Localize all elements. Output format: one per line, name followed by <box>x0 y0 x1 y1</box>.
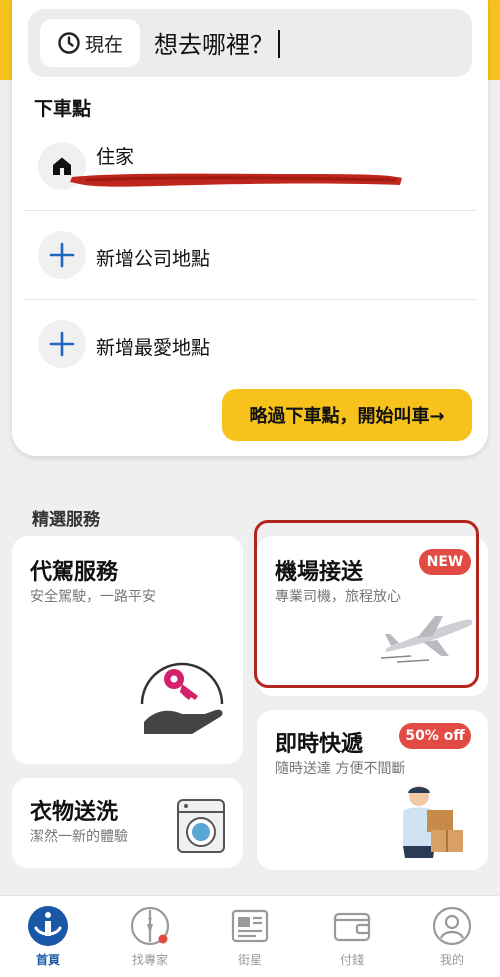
text-caret <box>278 30 280 58</box>
saved-place-home[interactable]: 住家 <box>24 122 476 210</box>
time-label: 現在 <box>84 33 123 56</box>
service-card-designated-driver[interactable]: 代駕服務 安全駕駛，一路平安 <box>12 536 243 764</box>
expert-icon <box>130 906 170 946</box>
service-subtitle: 隨時送達 方便不間斷 <box>275 761 406 777</box>
nav-news[interactable]: 街星 <box>210 904 290 974</box>
discount-badge: 50% off <box>399 723 471 749</box>
nav-find-expert[interactable]: 找專家 <box>110 904 190 974</box>
add-work-icon-circle <box>38 231 86 279</box>
wallet-icon <box>333 912 371 942</box>
services-section-title: 精選服務 <box>32 510 100 530</box>
service-title: 衣物送洗 <box>30 800 119 825</box>
service-card-courier[interactable]: 即時快遞 隨時送達 方便不間斷 50% off <box>257 710 488 870</box>
service-subtitle: 安全駕駛，一路平安 <box>30 589 156 605</box>
news-icon <box>231 909 269 943</box>
home-place-label: 住家 <box>96 146 135 168</box>
clock-icon <box>58 32 80 54</box>
skip-dropoff-button[interactable]: 略過下車點，開始叫車→ <box>222 389 472 441</box>
home-icon <box>28 906 68 946</box>
profile-icon <box>432 906 472 946</box>
nav-profile[interactable]: 我的 <box>412 904 492 974</box>
add-work-label: 新增公司地點 <box>96 248 211 270</box>
nav-home[interactable]: 首頁 <box>8 904 88 974</box>
nav-wallet[interactable]: 付錢 <box>312 904 392 974</box>
add-favorite-label: 新增最愛地點 <box>96 337 211 359</box>
destination-input[interactable]: 想去哪裡？ <box>154 25 280 60</box>
plus-icon <box>49 242 75 268</box>
add-work-place[interactable]: 新增公司地點 <box>24 211 476 299</box>
dropoff-section-title: 下車點 <box>34 98 92 120</box>
delivery-person-icon <box>403 786 463 858</box>
service-title: 即時快遞 <box>275 732 364 757</box>
add-favorite-icon-circle <box>38 320 86 368</box>
annotation-outline <box>254 520 479 688</box>
service-subtitle: 潔然一新的體驗 <box>30 829 128 845</box>
service-card-laundry[interactable]: 衣物送洗 潔然一新的體驗 <box>12 778 243 868</box>
nav-news-label: 街星 <box>237 953 262 967</box>
time-selector-button[interactable]: 現在 <box>40 19 140 67</box>
nav-find-expert-label: 找專家 <box>131 953 168 967</box>
search-bar[interactable]: 現在 想去哪裡？ <box>28 9 472 77</box>
redaction-scribble <box>70 173 402 187</box>
plus-icon <box>49 331 75 357</box>
nav-home-label: 首頁 <box>35 953 60 967</box>
add-favorite-place[interactable]: 新增最愛地點 <box>24 300 476 388</box>
service-title: 代駕服務 <box>30 560 119 585</box>
washing-machine-icon <box>177 799 225 853</box>
nav-profile-label: 我的 <box>439 953 464 967</box>
car-key-hand-icon <box>140 662 224 734</box>
bottom-navigation: 首頁 找專家 街星 付錢 我的 <box>0 895 500 977</box>
nav-wallet-label: 付錢 <box>339 953 364 967</box>
